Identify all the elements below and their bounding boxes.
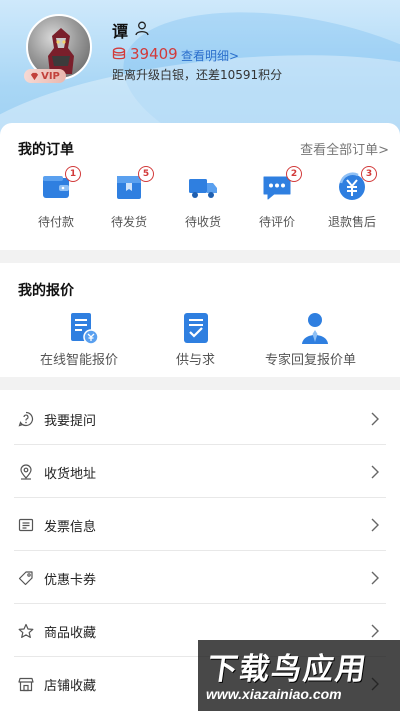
- quotes-title: 我的报价: [18, 283, 74, 299]
- gem-icon: [30, 72, 39, 80]
- menu-item-ask-question[interactable]: 我要提问: [0, 392, 400, 445]
- chevron-right-icon: [371, 571, 379, 585]
- star-icon: [18, 623, 34, 638]
- order-label: 待评价: [258, 215, 295, 229]
- upgrade-hint: 距离升级白银，还差10591积分: [112, 68, 283, 82]
- points-value: 39409: [130, 45, 178, 63]
- order-label: 待收货: [184, 215, 221, 229]
- coins-icon: [112, 47, 126, 60]
- chevron-right-icon: [371, 518, 379, 532]
- order-label: 退款售后: [327, 215, 376, 229]
- quote-doc-icon: [71, 313, 99, 345]
- order-count-badge: 2: [286, 166, 302, 182]
- watermark: 下载鸟应用 www.xiazainiao.com: [198, 640, 400, 711]
- view-all-orders-link[interactable]: 查看全部订单>: [300, 139, 389, 158]
- menu-label: 优惠卡券: [44, 573, 97, 588]
- menu-label: 店铺收藏: [44, 679, 97, 694]
- order-label: 待发货: [110, 215, 147, 229]
- expert-icon: [302, 313, 328, 344]
- user-icon[interactable]: [135, 21, 149, 36]
- quotes-card: 我的报价 在线智能报价 供与求 专家回复报价单: [0, 263, 400, 377]
- chevron-right-icon: [371, 624, 379, 638]
- chevron-right-icon: [371, 465, 379, 479]
- quote-label: 专家回复报价单: [265, 353, 357, 368]
- menu-label: 发票信息: [44, 520, 97, 535]
- order-count-badge: 3: [361, 166, 377, 182]
- vip-badge: VIP: [24, 69, 66, 83]
- location-icon: [20, 464, 32, 480]
- quote-expert-reply[interactable]: 专家回复报价单: [265, 311, 375, 371]
- watermark-title: 下载鸟应用: [205, 653, 370, 686]
- order-pending-receipt[interactable]: 待收货: [168, 171, 238, 235]
- shop-icon: [18, 677, 34, 692]
- quote-online-smart[interactable]: 在线智能报价: [40, 311, 130, 371]
- truck-icon: [189, 179, 217, 198]
- menu-label: 收货地址: [44, 467, 97, 482]
- username: 谭: [112, 22, 129, 41]
- question-icon: [18, 411, 34, 427]
- menu-label: 商品收藏: [44, 626, 97, 641]
- quote-supply-demand[interactable]: 供与求: [172, 311, 222, 371]
- checklist-icon: [184, 313, 208, 343]
- quote-label: 在线智能报价: [40, 353, 119, 368]
- coupon-tag-icon: [18, 571, 33, 586]
- orders-card: 我的订单 查看全部订单> 1 待付款 5 待发货 待收货 2 待评价 3 退款售…: [0, 123, 400, 250]
- order-pending-review[interactable]: 2 待评价: [242, 166, 312, 235]
- order-count-badge: 5: [138, 166, 154, 182]
- order-label: 待付款: [37, 215, 74, 229]
- order-pending-shipment[interactable]: 5 待发货: [94, 166, 164, 235]
- menu-label: 我要提问: [44, 414, 97, 429]
- watermark-url: www.xiazainiao.com: [206, 686, 342, 702]
- points-detail-link[interactable]: 查看明细>: [181, 47, 239, 64]
- menu-item-invoice-info[interactable]: 发票信息: [0, 498, 400, 551]
- orders-title: 我的订单: [18, 142, 74, 158]
- menu-item-shipping-address[interactable]: 收货地址: [0, 445, 400, 498]
- order-refund-aftersale[interactable]: 3 退款售后: [317, 166, 387, 235]
- order-pending-payment[interactable]: 1 待付款: [21, 166, 91, 235]
- quote-label: 供与求: [176, 353, 216, 368]
- vip-label: VIP: [41, 70, 60, 82]
- menu-item-coupons[interactable]: 优惠卡券: [0, 551, 400, 604]
- order-count-badge: 1: [65, 166, 81, 182]
- chevron-right-icon: [371, 412, 379, 426]
- invoice-icon: [18, 518, 34, 532]
